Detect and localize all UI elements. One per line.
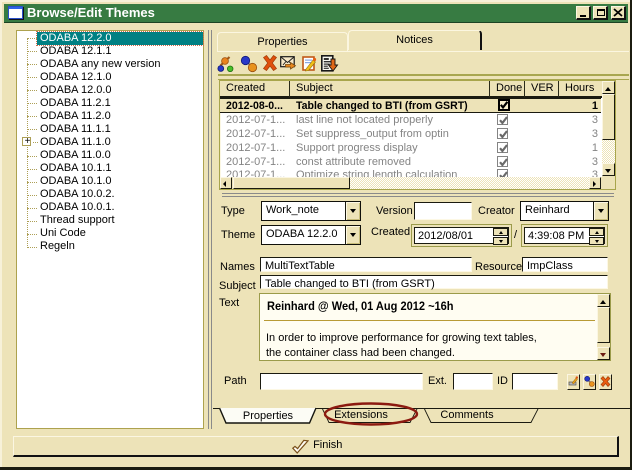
- svg-text:Properties: Properties: [243, 410, 294, 422]
- svg-text:Extensions: Extensions: [334, 409, 388, 421]
- svg-text:Comments: Comments: [440, 409, 494, 421]
